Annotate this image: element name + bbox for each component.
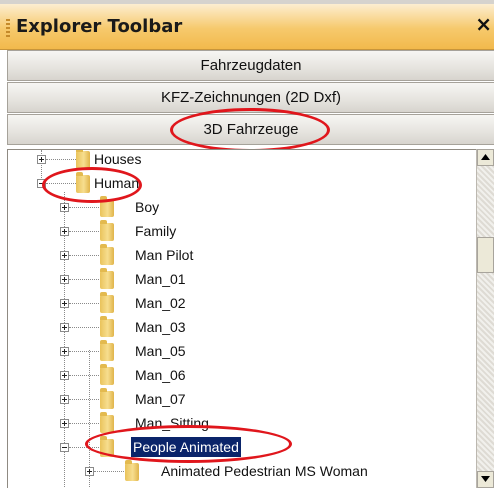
tree-item-people-animated[interactable]: People Animated — [131, 437, 241, 457]
collapse-icon[interactable] — [37, 179, 46, 188]
folder-open-icon — [76, 172, 90, 193]
folder-icon — [76, 150, 90, 169]
section-fahrzeugdaten-button[interactable]: Fahrzeugdaten — [7, 50, 494, 81]
tree-item-man-07[interactable]: Man_07 — [133, 389, 188, 409]
expand-icon[interactable] — [60, 227, 69, 236]
expand-icon[interactable] — [37, 155, 46, 164]
folder-icon — [100, 244, 114, 265]
folder-icon — [100, 316, 114, 337]
collapse-icon[interactable] — [60, 443, 69, 452]
folder-icon — [100, 340, 114, 361]
expand-icon[interactable] — [60, 395, 69, 404]
tree-item-man-pilot[interactable]: Man Pilot — [133, 245, 195, 265]
scroll-up-button[interactable] — [477, 149, 494, 166]
tree-item-man-02[interactable]: Man_02 — [133, 293, 188, 313]
tree-item-man-sitting[interactable]: Man_Sitting — [133, 413, 211, 433]
folder-icon — [125, 460, 139, 481]
expand-icon[interactable] — [60, 299, 69, 308]
section-kfz-zeichnungen-button[interactable]: KFZ-Zeichnungen (2D Dxf) — [7, 82, 494, 113]
tree-item-man-05[interactable]: Man_05 — [133, 341, 188, 361]
tree-item-animated-pedestrian-ms-woman[interactable]: Animated Pedestrian MS Woman — [159, 461, 370, 481]
folder-icon — [100, 220, 114, 241]
expand-icon[interactable] — [60, 203, 69, 212]
tree-item-family[interactable]: Family — [133, 221, 178, 241]
folder-icon — [100, 412, 114, 433]
tree-item-houses[interactable]: Houses — [92, 150, 143, 169]
folder-icon — [100, 196, 114, 217]
expand-icon[interactable] — [60, 419, 69, 428]
folder-icon — [100, 388, 114, 409]
expand-icon[interactable] — [60, 251, 69, 260]
tree-item-man-03[interactable]: Man_03 — [133, 317, 188, 337]
scroll-down-button[interactable] — [477, 471, 494, 488]
expand-icon[interactable] — [60, 323, 69, 332]
folder-icon — [100, 364, 114, 385]
explorer-toolbar-titlebar: Explorer Toolbar × — [0, 4, 494, 50]
folder-open-icon — [100, 436, 114, 457]
arrow-down-icon — [481, 476, 490, 482]
folder-icon — [100, 268, 114, 289]
expand-icon[interactable] — [60, 275, 69, 284]
arrow-up-icon — [481, 154, 490, 160]
drag-grip-icon[interactable] — [6, 19, 10, 37]
expand-icon[interactable] — [60, 347, 69, 356]
scroll-thumb[interactable] — [477, 237, 494, 273]
tree-item-boy[interactable]: Boy — [133, 197, 161, 217]
tree-item-man-01[interactable]: Man_01 — [133, 269, 188, 289]
tree-scrollbar[interactable] — [476, 149, 494, 488]
panel-title: Explorer Toolbar — [16, 16, 183, 37]
folder-icon — [100, 292, 114, 313]
tree-item-human[interactable]: Human — [92, 173, 141, 193]
close-icon[interactable]: × — [475, 12, 492, 36]
tree-item-man-06[interactable]: Man_06 — [133, 365, 188, 385]
tree-view[interactable]: Houses Human Boy Family Man Pilot Man_01… — [7, 149, 494, 488]
expand-icon[interactable] — [85, 467, 94, 476]
expand-icon[interactable] — [60, 371, 69, 380]
section-3d-fahrzeuge-button[interactable]: 3D Fahrzeuge — [7, 114, 494, 145]
